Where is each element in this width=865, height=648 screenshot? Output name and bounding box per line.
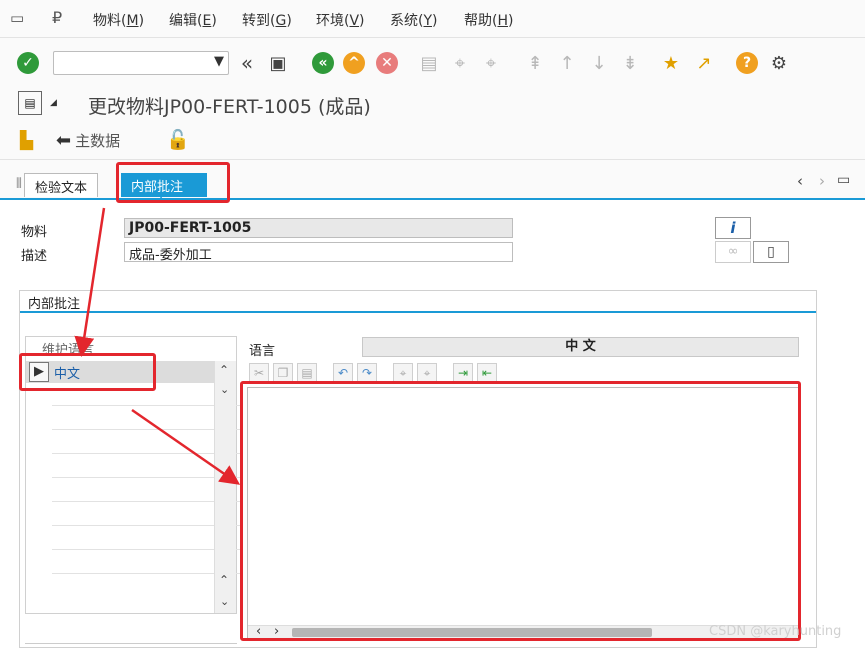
arrow-tab-to-language bbox=[74, 207, 106, 357]
arrow-language-to-editor bbox=[131, 408, 241, 485]
annotation-arrows bbox=[74, 207, 241, 485]
watermark: CSDN @karyhunting bbox=[709, 624, 842, 639]
